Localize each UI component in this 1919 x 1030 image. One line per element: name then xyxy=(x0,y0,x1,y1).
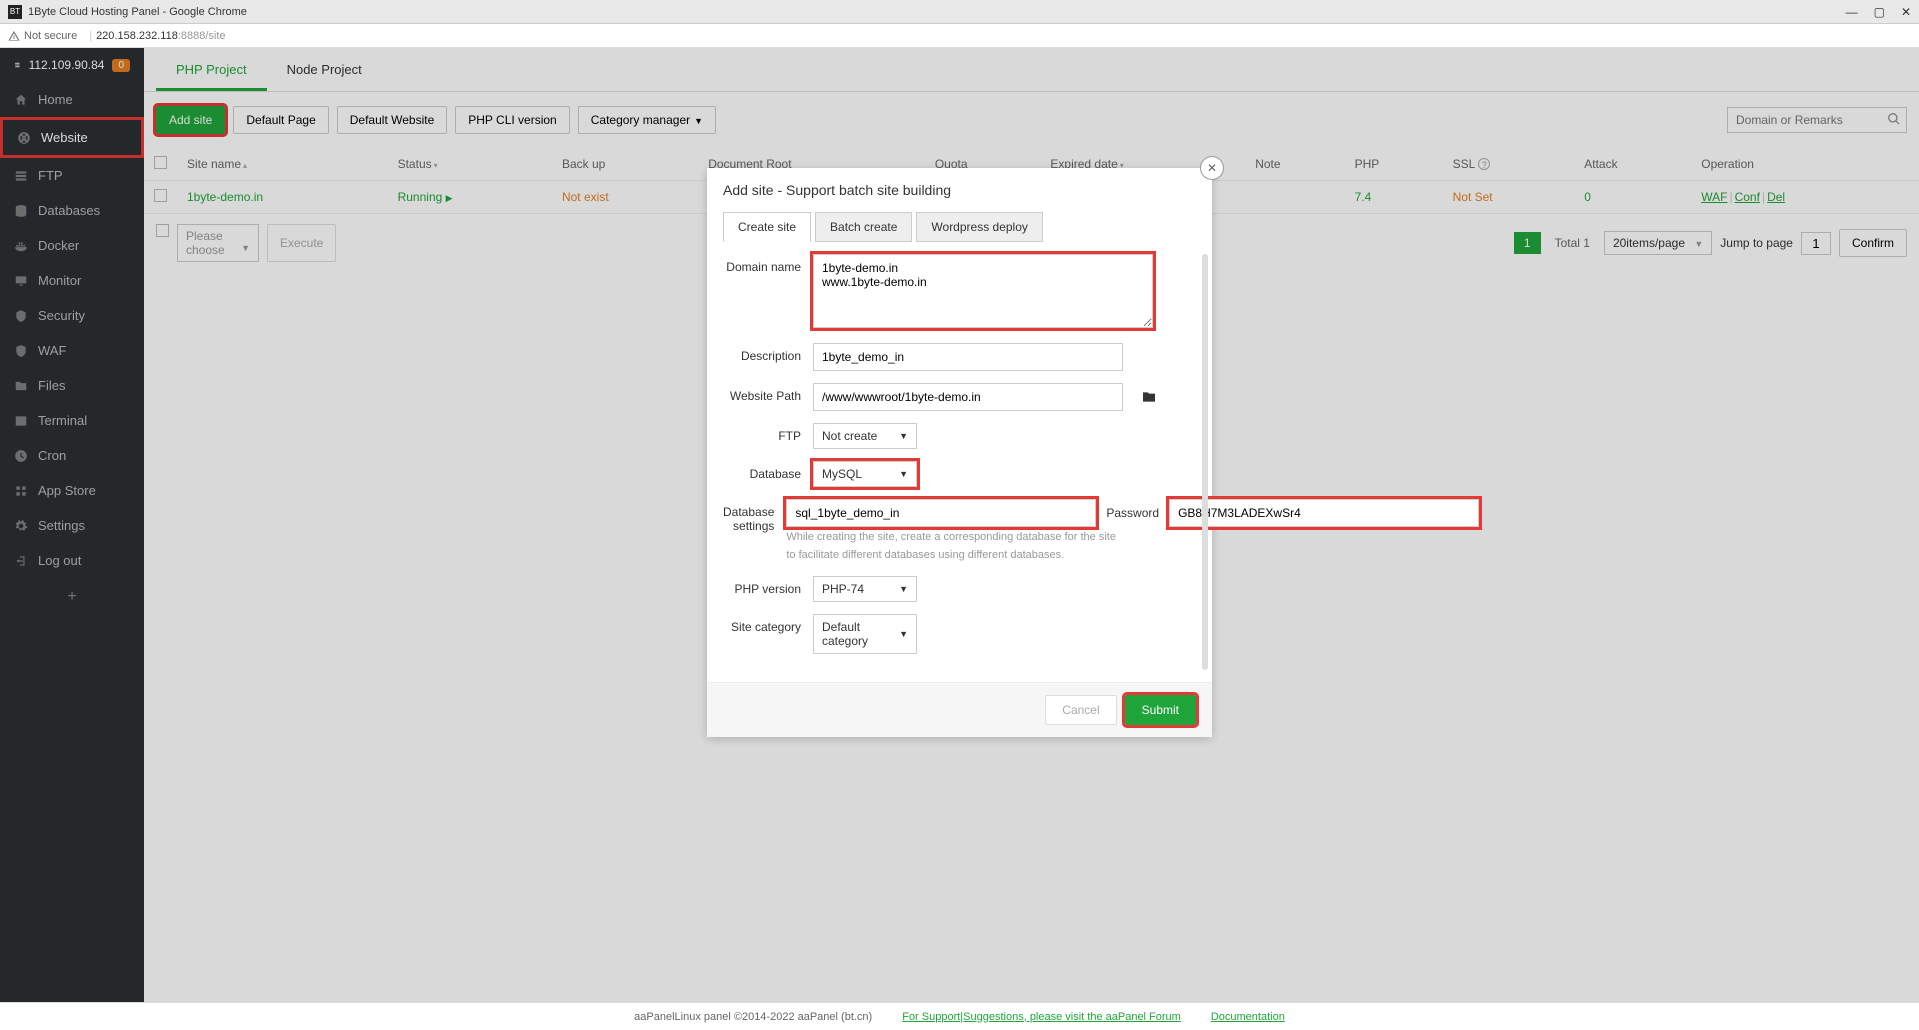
close-window-button[interactable]: ✕ xyxy=(1901,5,1911,19)
footer-docs-link[interactable]: Documentation xyxy=(1211,1011,1285,1023)
label-description: Description xyxy=(723,343,813,363)
cancel-button[interactable]: Cancel xyxy=(1045,695,1116,725)
modal-title: Add site - Support batch site building xyxy=(707,168,1212,212)
label-domain-name: Domain name xyxy=(723,254,813,274)
add-site-modal: ✕ Add site - Support batch site building… xyxy=(707,168,1212,737)
tab-wordpress-deploy[interactable]: Wordpress deploy xyxy=(916,212,1043,242)
footer-copyright: aaPanelLinux panel ©2014-2022 aaPanel (b… xyxy=(634,1011,872,1023)
url-bar[interactable]: 220.158.232.118:8888/site xyxy=(96,30,225,42)
label-database: Database xyxy=(723,461,813,481)
ftp-select[interactable]: Not create▼ xyxy=(813,423,917,449)
favicon: BT xyxy=(8,5,22,19)
modal-overlay: ✕ Add site - Support batch site building… xyxy=(0,48,1919,1002)
tab-create-site[interactable]: Create site xyxy=(723,212,811,242)
browser-addressbar: Not secure | 220.158.232.118:8888/site xyxy=(0,24,1919,48)
page-footer: aaPanelLinux panel ©2014-2022 aaPanel (b… xyxy=(0,1002,1919,1030)
database-select[interactable]: MySQL▼ xyxy=(813,461,917,487)
modal-tabs: Create site Batch create Wordpress deplo… xyxy=(707,212,1212,242)
not-secure-warning[interactable]: Not secure xyxy=(8,30,77,42)
php-version-select[interactable]: PHP-74▼ xyxy=(813,576,917,602)
domain-name-input[interactable]: 1byte-demo.in www.1byte-demo.in xyxy=(813,254,1153,328)
db-password-input[interactable] xyxy=(1169,499,1479,527)
site-category-select[interactable]: Default category▼ xyxy=(813,614,917,654)
website-path-input[interactable] xyxy=(813,383,1123,411)
footer-support-link[interactable]: For Support|Suggestions, please visit th… xyxy=(902,1011,1181,1023)
label-site-category: Site category xyxy=(723,614,813,634)
modal-close-button[interactable]: ✕ xyxy=(1200,156,1224,180)
window-title: 1Byte Cloud Hosting Panel - Google Chrom… xyxy=(28,6,1846,18)
minimize-button[interactable]: — xyxy=(1846,5,1858,19)
label-db-settings: Database settings xyxy=(723,499,786,533)
warning-icon xyxy=(8,30,20,42)
label-ftp: FTP xyxy=(723,423,813,443)
description-input[interactable] xyxy=(813,343,1123,371)
label-website-path: Website Path xyxy=(723,383,813,403)
label-password: Password xyxy=(1106,506,1159,520)
browser-titlebar: BT 1Byte Cloud Hosting Panel - Google Ch… xyxy=(0,0,1919,24)
maximize-button[interactable]: ▢ xyxy=(1874,5,1885,19)
db-helper-text: While creating the site, create a corres… xyxy=(786,529,1116,564)
label-php-version: PHP version xyxy=(723,576,813,596)
submit-button[interactable]: Submit xyxy=(1125,695,1196,725)
db-username-input[interactable] xyxy=(786,499,1096,527)
tab-batch-create[interactable]: Batch create xyxy=(815,212,912,242)
folder-icon[interactable] xyxy=(1141,389,1157,405)
